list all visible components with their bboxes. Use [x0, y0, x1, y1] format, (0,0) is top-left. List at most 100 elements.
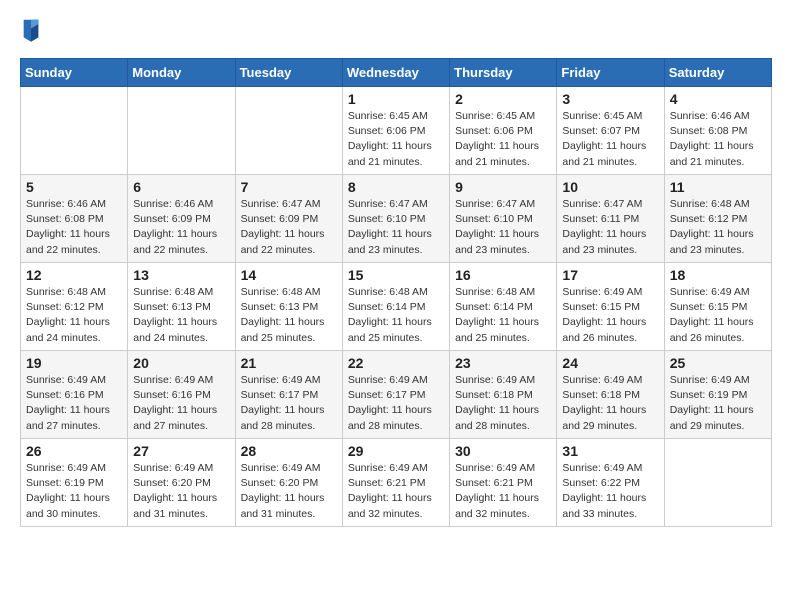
calendar-cell: 21Sunrise: 6:49 AMSunset: 6:17 PMDayligh… — [235, 351, 342, 439]
day-number: 13 — [133, 267, 229, 283]
calendar-cell: 9Sunrise: 6:47 AMSunset: 6:10 PMDaylight… — [450, 175, 557, 263]
weekday-header-wednesday: Wednesday — [342, 59, 449, 87]
day-info: Sunrise: 6:45 AMSunset: 6:07 PMDaylight:… — [562, 109, 658, 170]
day-number: 31 — [562, 443, 658, 459]
calendar-cell: 1Sunrise: 6:45 AMSunset: 6:06 PMDaylight… — [342, 87, 449, 175]
calendar-cell: 6 Sunrise: 6:46 AMSunset: 6:09 PMDaylight… — [128, 175, 235, 263]
day-info: Sunrise: 6:48 AMSunset: 6:14 PMDaylight:… — [348, 285, 444, 346]
weekday-header-saturday: Saturday — [664, 59, 771, 87]
day-number: 11 — [670, 179, 766, 195]
day-number: 12 — [26, 267, 122, 283]
calendar-cell: 15 Sunrise: 6:48 AMSunset: 6:14 PMDayligh… — [342, 263, 449, 351]
day-number: 4 — [670, 91, 766, 107]
calendar-cell: 8Sunrise: 6:47 AMSunset: 6:10 PMDaylight… — [342, 175, 449, 263]
day-info: Sunrise: 6:49 AMSunset: 6:21 PMDaylight:… — [455, 461, 551, 522]
calendar-cell: 28Sunrise: 6:49 AMSunset: 6:20 PMDayligh… — [235, 439, 342, 527]
calendar-cell: 23 Sunrise: 6:49 AMSunset: 6:18 PMDayligh… — [450, 351, 557, 439]
logo-icon — [20, 16, 42, 44]
calendar-cell: 29 Sunrise: 6:49 AMSunset: 6:21 PMDayligh… — [342, 439, 449, 527]
calendar-cell — [664, 439, 771, 527]
page: SundayMondayTuesdayWednesdayThursdayFrid… — [0, 0, 792, 612]
day-number: 20 — [133, 355, 229, 371]
calendar-cell: 18 Sunrise: 6:49 AMSunset: 6:15 PMDayligh… — [664, 263, 771, 351]
day-info: Sunrise: 6:49 AMSunset: 6:17 PMDaylight:… — [241, 373, 337, 434]
calendar-week-row: 26 Sunrise: 6:49 AMSunset: 6:19 PMDayligh… — [21, 439, 772, 527]
calendar-cell: 2Sunrise: 6:45 AMSunset: 6:06 PMDaylight… — [450, 87, 557, 175]
day-info: Sunrise: 6:46 AMSunset: 6:09 PMDaylight:… — [133, 197, 229, 258]
day-info: Sunrise: 6:49 AMSunset: 6:17 PMDaylight:… — [348, 373, 444, 434]
header — [20, 16, 772, 44]
calendar-cell: 10Sunrise: 6:47 AMSunset: 6:11 PMDayligh… — [557, 175, 664, 263]
calendar-cell: 5Sunrise: 6:46 AMSunset: 6:08 PMDaylight… — [21, 175, 128, 263]
day-info: Sunrise: 6:48 AMSunset: 6:12 PMDaylight:… — [670, 197, 766, 258]
calendar-week-row: 19 Sunrise: 6:49 AMSunset: 6:16 PMDayligh… — [21, 351, 772, 439]
day-info: Sunrise: 6:49 AMSunset: 6:21 PMDaylight:… — [348, 461, 444, 522]
day-number: 17 — [562, 267, 658, 283]
day-number: 24 — [562, 355, 658, 371]
calendar-cell: 7 Sunrise: 6:47 AMSunset: 6:09 PMDaylight… — [235, 175, 342, 263]
weekday-header-thursday: Thursday — [450, 59, 557, 87]
calendar-cell: 11 Sunrise: 6:48 AMSunset: 6:12 PMDayligh… — [664, 175, 771, 263]
day-number: 18 — [670, 267, 766, 283]
day-info: Sunrise: 6:48 AMSunset: 6:13 PMDaylight:… — [241, 285, 337, 346]
day-number: 19 — [26, 355, 122, 371]
calendar-cell: 22 Sunrise: 6:49 AMSunset: 6:17 PMDayligh… — [342, 351, 449, 439]
calendar-week-row: 5Sunrise: 6:46 AMSunset: 6:08 PMDaylight… — [21, 175, 772, 263]
weekday-header-tuesday: Tuesday — [235, 59, 342, 87]
calendar-cell: 27Sunrise: 6:49 AMSunset: 6:20 PMDayligh… — [128, 439, 235, 527]
day-number: 26 — [26, 443, 122, 459]
day-info: Sunrise: 6:45 AMSunset: 6:06 PMDaylight:… — [348, 109, 444, 170]
calendar-cell: 14 Sunrise: 6:48 AMSunset: 6:13 PMDayligh… — [235, 263, 342, 351]
calendar-cell: 16Sunrise: 6:48 AMSunset: 6:14 PMDayligh… — [450, 263, 557, 351]
day-number: 22 — [348, 355, 444, 371]
day-number: 16 — [455, 267, 551, 283]
day-info: Sunrise: 6:49 AMSunset: 6:19 PMDaylight:… — [670, 373, 766, 434]
calendar-cell — [128, 87, 235, 175]
weekday-header-friday: Friday — [557, 59, 664, 87]
calendar-cell: 13 Sunrise: 6:48 AMSunset: 6:13 PMDayligh… — [128, 263, 235, 351]
day-number: 2 — [455, 91, 551, 107]
calendar-cell: 19 Sunrise: 6:49 AMSunset: 6:16 PMDayligh… — [21, 351, 128, 439]
day-info: Sunrise: 6:49 AMSunset: 6:16 PMDaylight:… — [133, 373, 229, 434]
calendar-table: SundayMondayTuesdayWednesdayThursdayFrid… — [20, 58, 772, 527]
calendar-week-row: 12 Sunrise: 6:48 AMSunset: 6:12 PMDayligh… — [21, 263, 772, 351]
day-info: Sunrise: 6:49 AMSunset: 6:22 PMDaylight:… — [562, 461, 658, 522]
day-info: Sunrise: 6:49 AMSunset: 6:15 PMDaylight:… — [562, 285, 658, 346]
calendar-cell: 31 Sunrise: 6:49 AMSunset: 6:22 PMDayligh… — [557, 439, 664, 527]
day-info: Sunrise: 6:49 AMSunset: 6:19 PMDaylight:… — [26, 461, 122, 522]
day-info: Sunrise: 6:49 AMSunset: 6:16 PMDaylight:… — [26, 373, 122, 434]
day-info: Sunrise: 6:48 AMSunset: 6:13 PMDaylight:… — [133, 285, 229, 346]
day-info: Sunrise: 6:49 AMSunset: 6:18 PMDaylight:… — [562, 373, 658, 434]
calendar-cell: 3 Sunrise: 6:45 AMSunset: 6:07 PMDaylight… — [557, 87, 664, 175]
calendar-cell: 17 Sunrise: 6:49 AMSunset: 6:15 PMDayligh… — [557, 263, 664, 351]
logo — [20, 16, 48, 44]
calendar-cell: 24 Sunrise: 6:49 AMSunset: 6:18 PMDayligh… — [557, 351, 664, 439]
day-info: Sunrise: 6:48 AMSunset: 6:12 PMDaylight:… — [26, 285, 122, 346]
day-info: Sunrise: 6:47 AMSunset: 6:11 PMDaylight:… — [562, 197, 658, 258]
calendar-cell: 30Sunrise: 6:49 AMSunset: 6:21 PMDayligh… — [450, 439, 557, 527]
day-number: 25 — [670, 355, 766, 371]
calendar-cell — [21, 87, 128, 175]
day-number: 6 — [133, 179, 229, 195]
day-number: 5 — [26, 179, 122, 195]
calendar-cell — [235, 87, 342, 175]
calendar-body: 1Sunrise: 6:45 AMSunset: 6:06 PMDaylight… — [21, 87, 772, 527]
calendar-header: SundayMondayTuesdayWednesdayThursdayFrid… — [21, 59, 772, 87]
calendar-cell: 20 Sunrise: 6:49 AMSunset: 6:16 PMDayligh… — [128, 351, 235, 439]
day-number: 27 — [133, 443, 229, 459]
day-number: 23 — [455, 355, 551, 371]
calendar-cell: 25 Sunrise: 6:49 AMSunset: 6:19 PMDayligh… — [664, 351, 771, 439]
day-number: 14 — [241, 267, 337, 283]
day-info: Sunrise: 6:49 AMSunset: 6:18 PMDaylight:… — [455, 373, 551, 434]
calendar-week-row: 1Sunrise: 6:45 AMSunset: 6:06 PMDaylight… — [21, 87, 772, 175]
day-number: 7 — [241, 179, 337, 195]
weekday-header-monday: Monday — [128, 59, 235, 87]
day-number: 29 — [348, 443, 444, 459]
calendar-cell: 4Sunrise: 6:46 AMSunset: 6:08 PMDaylight… — [664, 87, 771, 175]
day-info: Sunrise: 6:47 AMSunset: 6:09 PMDaylight:… — [241, 197, 337, 258]
day-number: 3 — [562, 91, 658, 107]
day-number: 15 — [348, 267, 444, 283]
day-info: Sunrise: 6:49 AMSunset: 6:15 PMDaylight:… — [670, 285, 766, 346]
calendar-cell: 12 Sunrise: 6:48 AMSunset: 6:12 PMDayligh… — [21, 263, 128, 351]
day-number: 28 — [241, 443, 337, 459]
